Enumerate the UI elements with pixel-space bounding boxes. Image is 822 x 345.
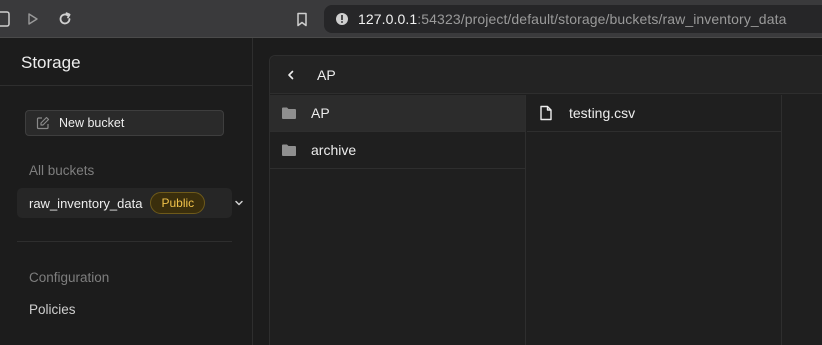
- folder-row-ap[interactable]: AP: [270, 95, 525, 132]
- folder-label: archive: [311, 142, 357, 158]
- explorer-column: testing.csv: [527, 95, 782, 345]
- sidebar-item-policies[interactable]: Policies: [29, 302, 76, 317]
- file-icon: [539, 105, 555, 121]
- chevron-down-icon[interactable]: [233, 196, 245, 208]
- chevron-left-icon[interactable]: [284, 68, 298, 82]
- configuration-heading: Configuration: [29, 270, 110, 285]
- sidebar-divider: [0, 85, 253, 86]
- bucket-name: raw_inventory_data: [29, 195, 143, 211]
- folder-row-archive[interactable]: archive: [270, 132, 525, 169]
- folder-icon: [281, 106, 297, 120]
- file-row-testing-csv[interactable]: testing.csv: [527, 95, 781, 132]
- sidebar-toggle-icon[interactable]: [0, 9, 16, 29]
- current-path: AP: [317, 67, 336, 83]
- sidebar-title: Storage: [21, 53, 81, 72]
- storage-sidebar: Storage New bucket All buckets raw_inven…: [0, 38, 253, 345]
- explorer-header: AP: [270, 56, 822, 94]
- layout-gap: [253, 38, 269, 345]
- new-bucket-label: New bucket: [59, 116, 125, 130]
- site-info-icon[interactable]: [332, 9, 352, 29]
- address-bar[interactable]: 127.0.0.1:54323/project/default/storage/…: [324, 5, 822, 33]
- play-icon[interactable]: [23, 9, 43, 29]
- sidebar-divider: [17, 241, 232, 242]
- folder-icon: [281, 143, 297, 157]
- url-host: 127.0.0.1: [358, 11, 418, 27]
- public-badge: Public: [150, 192, 206, 214]
- folder-label: AP: [311, 105, 330, 121]
- url-text: 127.0.0.1:54323/project/default/storage/…: [358, 11, 786, 27]
- file-explorer: AP AP archive testing.csv: [269, 55, 822, 345]
- edit-icon: [36, 116, 50, 130]
- new-bucket-button[interactable]: New bucket: [25, 110, 224, 136]
- explorer-column: AP archive: [270, 95, 526, 345]
- browser-toolbar: 127.0.0.1:54323/project/default/storage/…: [0, 0, 822, 38]
- reload-icon[interactable]: [55, 9, 75, 29]
- sidebar-item-raw-inventory-data[interactable]: raw_inventory_data Public: [17, 188, 232, 218]
- all-buckets-heading: All buckets: [29, 163, 95, 178]
- url-path: :54323/project/default/storage/buckets/r…: [417, 11, 787, 27]
- bookmark-icon[interactable]: [292, 9, 312, 29]
- file-label: testing.csv: [569, 105, 636, 121]
